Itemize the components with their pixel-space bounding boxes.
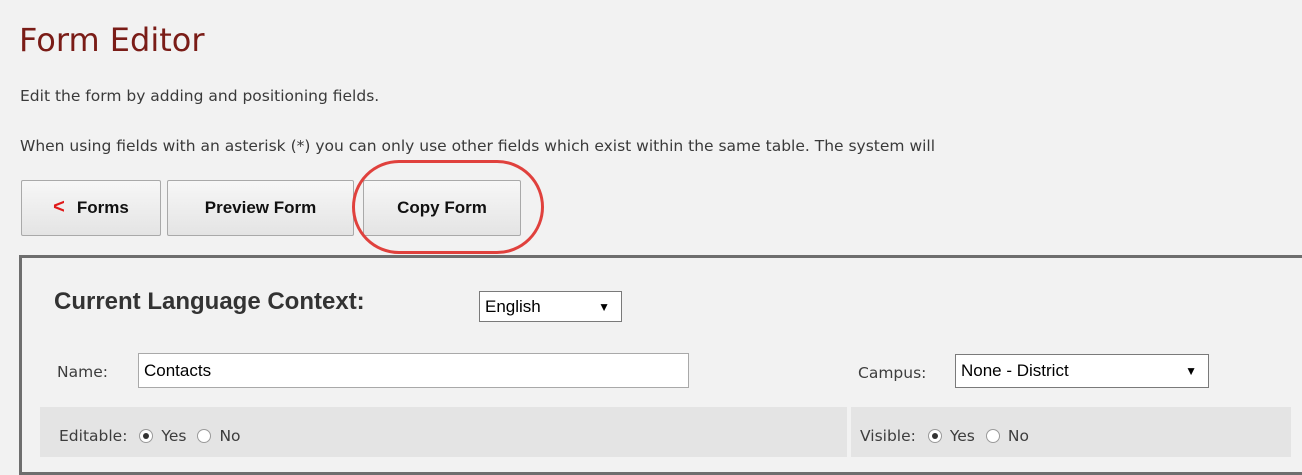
preview-form-button[interactable]: Preview Form bbox=[167, 180, 354, 236]
visible-no-radio[interactable] bbox=[985, 429, 1000, 443]
page-description: Edit the form by adding and positioning … bbox=[20, 87, 380, 105]
editable-radio-group: Editable: Yes No bbox=[59, 426, 252, 446]
campus-label: Campus: bbox=[858, 364, 927, 382]
editable-yes-label: Yes bbox=[161, 427, 187, 445]
name-label: Name: bbox=[57, 363, 108, 381]
copy-form-label: Copy Form bbox=[397, 198, 487, 217]
editable-label: Editable: bbox=[59, 427, 128, 445]
visible-radio-group: Visible: Yes No bbox=[860, 426, 1040, 446]
page-note: When using fields with an asterisk (*) y… bbox=[20, 137, 936, 155]
dropdown-arrow-icon: ▼ bbox=[598, 299, 610, 314]
editable-yes-radio[interactable] bbox=[139, 429, 154, 443]
visible-label: Visible: bbox=[860, 427, 916, 445]
campus-selected-value: None - District bbox=[961, 361, 1069, 380]
page-title: Form Editor bbox=[19, 21, 205, 59]
copy-form-button[interactable]: Copy Form bbox=[363, 180, 521, 236]
chevron-left-icon: < bbox=[53, 195, 65, 218]
visible-no-label: No bbox=[1007, 427, 1029, 445]
preview-form-label: Preview Form bbox=[204, 198, 317, 217]
dropdown-arrow-icon: ▼ bbox=[1185, 364, 1197, 378]
language-context-label: Current Language Context: bbox=[54, 288, 365, 315]
visible-yes-radio[interactable] bbox=[927, 429, 942, 443]
forms-button-label: Forms bbox=[76, 198, 129, 217]
back-to-forms-button[interactable]: < Forms bbox=[21, 180, 161, 236]
visible-yes-label: Yes bbox=[949, 427, 975, 445]
name-field[interactable] bbox=[138, 353, 689, 388]
campus-select[interactable]: None - District ▼ bbox=[955, 354, 1209, 388]
language-selected-value: English bbox=[485, 296, 541, 316]
editable-no-radio[interactable] bbox=[197, 429, 212, 443]
language-context-select[interactable]: English ▼ bbox=[479, 291, 622, 322]
editable-no-label: No bbox=[219, 427, 241, 445]
